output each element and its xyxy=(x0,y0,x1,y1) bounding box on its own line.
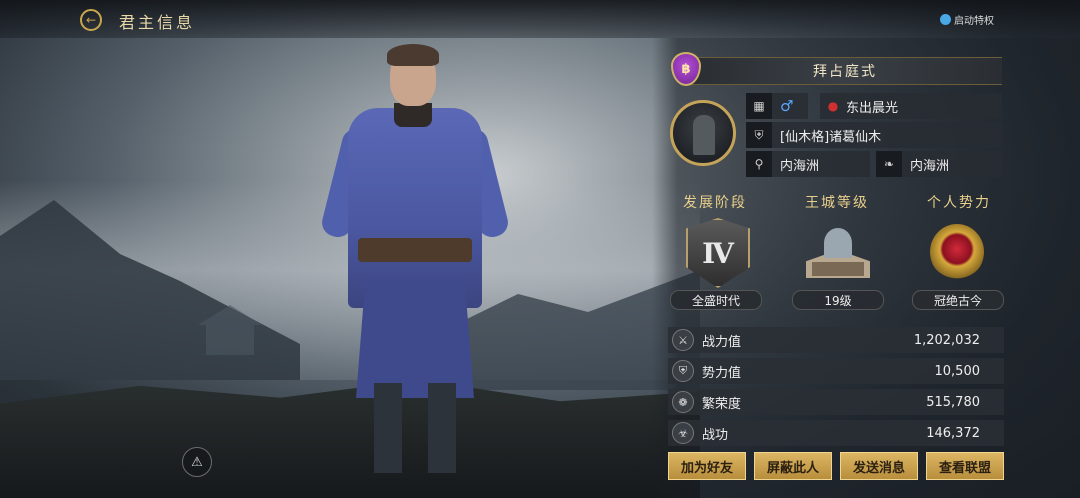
combat-power-icon: ⚔ xyxy=(672,329,694,351)
merit-icon: ☣ xyxy=(672,422,694,444)
stat-row-prosperity[interactable]: ❁ 繁荣度 515,780 xyxy=(668,389,1004,415)
character-coat xyxy=(356,278,474,398)
alliance-name: [仙木格]诸葛仙木 xyxy=(780,129,882,145)
alliance-row[interactable]: ⛨ [仙木格]诸葛仙木 xyxy=(746,122,1002,148)
report-warning-icon[interactable]: ⚠ xyxy=(182,447,212,477)
character-leg-right xyxy=(428,383,456,473)
city-level-value: 19级 xyxy=(792,290,884,310)
stat-label: 战力值 xyxy=(702,334,742,350)
origin-row: ❧ 内海洲 xyxy=(876,151,1002,177)
stat-row-influence[interactable]: ⛨ 势力值 10,500 xyxy=(668,358,1004,384)
character-collar xyxy=(394,103,432,127)
stat-value: 10,500 xyxy=(934,363,981,379)
stage-value: 全盛时代 xyxy=(670,290,762,310)
city-level-title: 王城等级 xyxy=(805,195,869,211)
add-friend-button[interactable]: 加为好友 xyxy=(668,452,746,480)
avatar-figure xyxy=(693,115,715,155)
lord-character-model[interactable] xyxy=(319,44,511,478)
stat-value: 515,780 xyxy=(926,394,980,410)
server-penguin-icon: ● xyxy=(827,99,839,113)
avatar[interactable] xyxy=(670,100,736,166)
stage-title: 发展阶段 xyxy=(683,195,747,211)
stat-value: 146,372 xyxy=(926,425,980,441)
location-row: ⚲ 内海洲 xyxy=(746,151,870,177)
server-row: ● 东出晨光 xyxy=(820,93,1002,119)
page-title: 君主信息 xyxy=(119,13,196,32)
character-leg-left xyxy=(374,383,402,473)
location-pin-icon: ⚲ xyxy=(746,151,772,177)
alliance-shield-icon: ⛨ xyxy=(746,122,772,148)
personal-power-title: 个人势力 xyxy=(927,195,991,211)
privilege-icon xyxy=(940,14,951,25)
city-dome xyxy=(824,228,852,258)
personal-power-value: 冠绝古今 xyxy=(912,290,1004,310)
city-base xyxy=(812,262,864,276)
stat-row-merit[interactable]: ☣ 战功 146,372 xyxy=(668,420,1004,446)
character-belt xyxy=(358,238,472,262)
prosperity-icon: ❁ xyxy=(672,391,694,413)
royal-city-icon[interactable] xyxy=(798,222,878,284)
feather-icon: ❧ xyxy=(876,151,902,177)
stat-row-combat-power[interactable]: ⚔ 战力值 1,202,032 xyxy=(668,327,1004,353)
gender-symbol: ♂ xyxy=(780,97,794,115)
location-name: 内海洲 xyxy=(780,158,820,174)
character-hair xyxy=(387,44,439,66)
stat-label: 繁荣度 xyxy=(702,396,742,412)
gender-row: ▦ ♂ xyxy=(746,93,808,119)
stat-label: 势力值 xyxy=(702,365,742,381)
id-card-icon: ▦ xyxy=(746,93,772,119)
stage-numeral: Ⅳ xyxy=(702,236,734,270)
privilege-label: 启动特权 xyxy=(954,16,994,27)
stat-label: 战功 xyxy=(702,427,729,443)
civilization-banner: 拜占庭式 xyxy=(688,57,1002,85)
privilege-link[interactable]: 启动特权 xyxy=(940,12,994,27)
stat-value: 1,202,032 xyxy=(913,332,980,348)
view-alliance-button[interactable]: 查看联盟 xyxy=(926,452,1004,480)
server-name: 东出晨光 xyxy=(846,100,899,116)
top-bar: ← 君主信息 启动特权 xyxy=(0,0,1080,38)
influence-icon: ⛨ xyxy=(672,360,694,382)
block-player-button[interactable]: 屏蔽此人 xyxy=(754,452,832,480)
personal-power-ring-icon[interactable] xyxy=(930,224,984,280)
civilization-name: 拜占庭式 xyxy=(813,64,877,80)
send-message-button[interactable]: 发送消息 xyxy=(840,452,918,480)
origin-name: 内海洲 xyxy=(910,158,950,174)
back-arrow-icon[interactable]: ← xyxy=(80,9,102,31)
